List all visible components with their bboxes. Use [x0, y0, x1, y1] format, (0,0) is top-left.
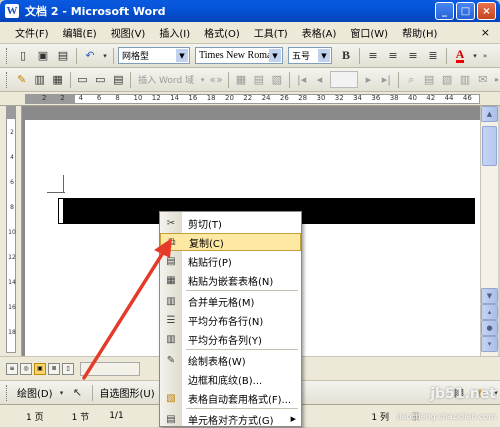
watermark: jb51.net: [430, 386, 496, 402]
annotation-arrow: [82, 238, 172, 380]
arrow-shaft: [82, 246, 168, 380]
watermark-subtext: jiaocheng.chazidian.com: [396, 412, 496, 421]
